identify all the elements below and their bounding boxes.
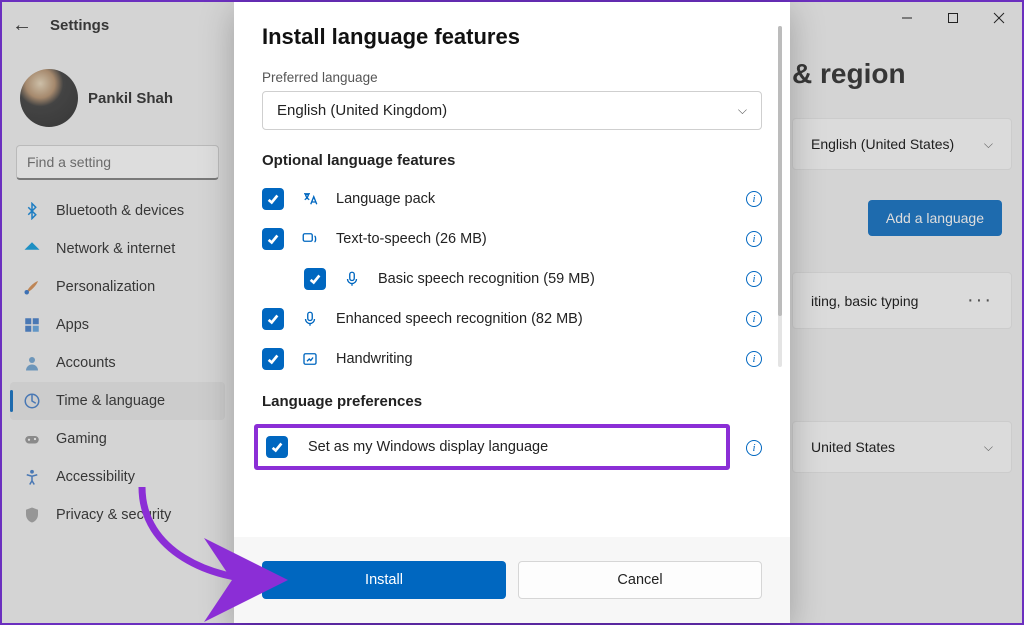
optional-features-header: Optional language features [262,152,762,169]
feature-label: Enhanced speech recognition (82 MB) [336,311,730,327]
feature-language-pack: Language pack i [262,179,762,219]
scrollbar[interactable] [778,26,782,367]
checkbox-language-pack[interactable] [262,188,284,210]
scrollbar-thumb[interactable] [778,26,782,316]
preferred-language-value: English (United Kingdom) [277,102,447,119]
checkbox-handwriting[interactable] [262,348,284,370]
dialog-footer: Install Cancel [234,537,790,623]
info-icon[interactable]: i [746,440,762,456]
feature-tts: Text-to-speech (26 MB) i [262,219,762,259]
chevron-down-icon: ⌵ [738,103,747,118]
checkbox-set-display-language[interactable] [266,436,288,458]
tts-icon [300,229,320,249]
feature-label: Set as my Windows display language [308,439,718,455]
checkbox-basic-speech[interactable] [304,268,326,290]
language-pack-icon [300,189,320,209]
feature-label: Basic speech recognition (59 MB) [378,271,730,287]
info-icon[interactable]: i [746,351,762,367]
dialog-title: Install language features [262,24,762,50]
close-button[interactable] [976,2,1022,34]
info-icon[interactable]: i [746,271,762,287]
install-button[interactable]: Install [262,561,506,599]
info-icon[interactable]: i [746,191,762,207]
microphone-icon [342,269,362,289]
minimize-button[interactable] [884,2,930,34]
feature-set-display-language: Set as my Windows display language [266,434,718,460]
window-controls [884,2,1022,34]
preferred-language-label: Preferred language [262,70,762,85]
handwriting-icon [300,349,320,369]
checkbox-tts[interactable] [262,228,284,250]
language-preferences-header: Language preferences [262,393,762,410]
cancel-button[interactable]: Cancel [518,561,762,599]
feature-label: Handwriting [336,351,730,367]
feature-label: Language pack [336,191,730,207]
checkbox-enhanced-speech[interactable] [262,308,284,330]
annotation-highlight: Set as my Windows display language [254,424,730,470]
preferred-language-dropdown[interactable]: English (United Kingdom) ⌵ [262,91,762,130]
info-icon[interactable]: i [746,231,762,247]
feature-label: Text-to-speech (26 MB) [336,231,730,247]
feature-basic-speech: Basic speech recognition (59 MB) i [262,259,762,299]
microphone-icon [300,309,320,329]
install-language-dialog: Install language features Preferred lang… [234,2,790,623]
info-icon[interactable]: i [746,311,762,327]
feature-enhanced-speech: Enhanced speech recognition (82 MB) i [262,299,762,339]
feature-handwriting: Handwriting i [262,339,762,379]
maximize-button[interactable] [930,2,976,34]
